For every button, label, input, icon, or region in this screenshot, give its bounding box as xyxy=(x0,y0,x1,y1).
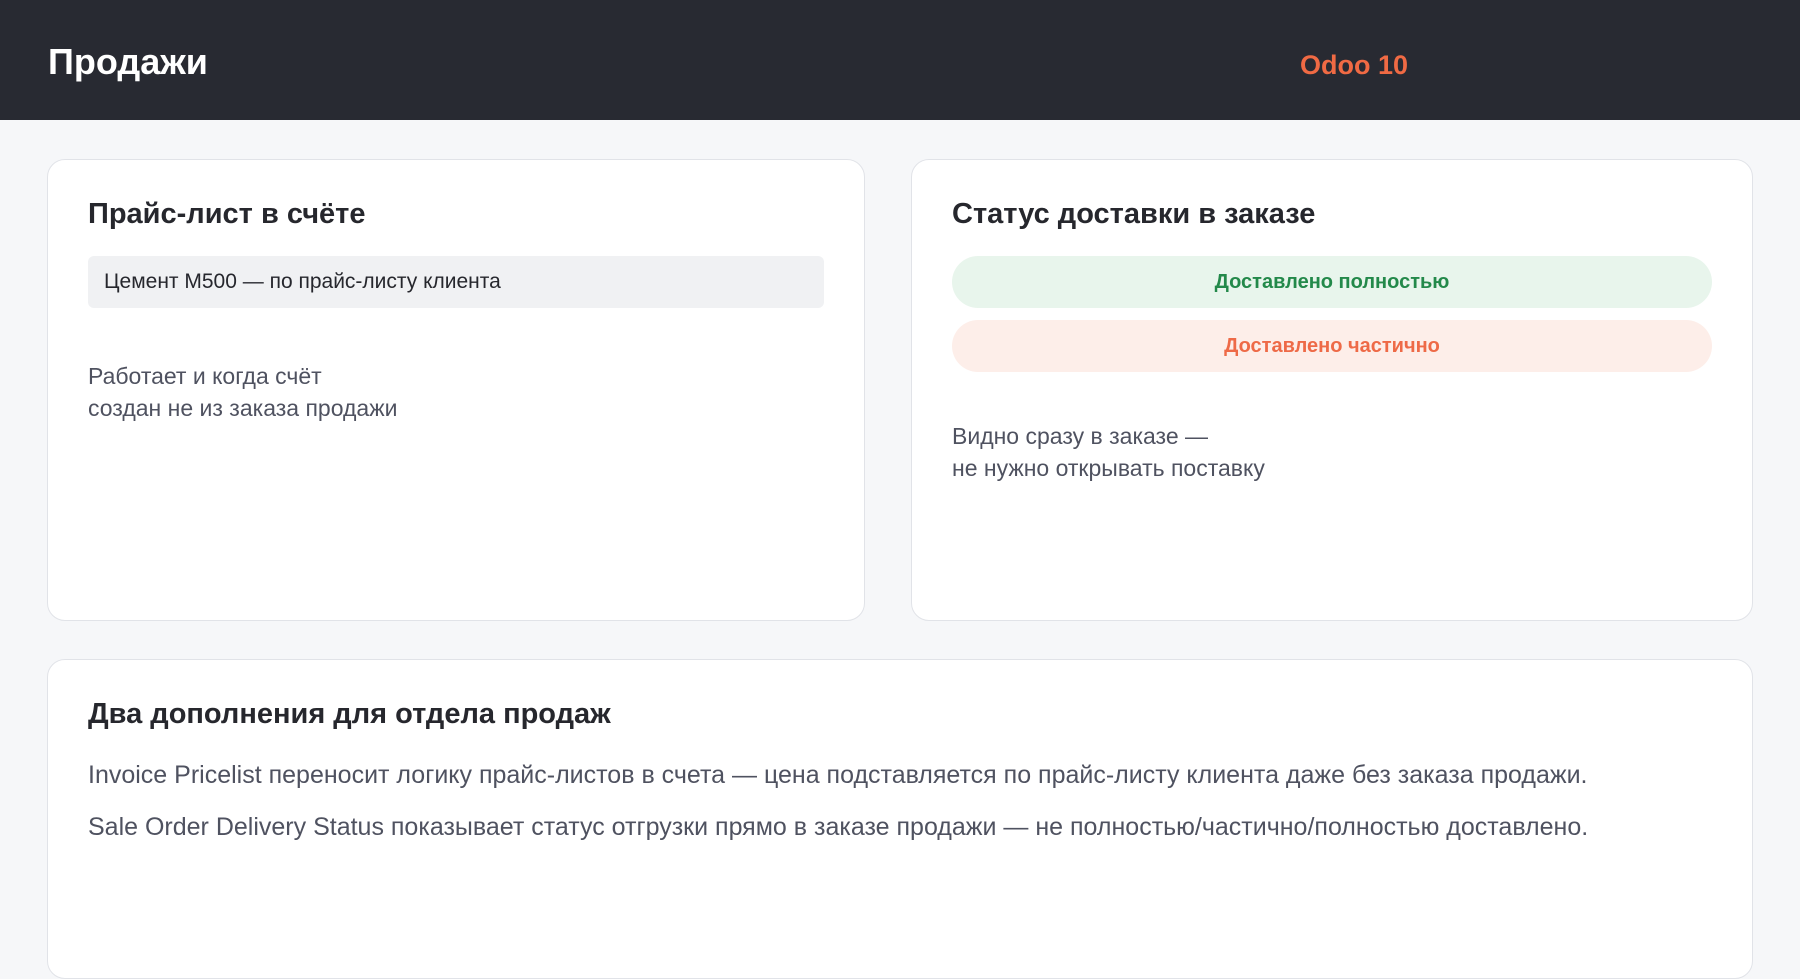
delivery-status-card: Статус доставки в заказе Доставлено полн… xyxy=(911,159,1753,621)
note-line: создан не из заказа продажи xyxy=(88,395,398,421)
card-title: Статус доставки в заказе xyxy=(952,198,1316,230)
note-line: не нужно открывать поставку xyxy=(952,455,1265,481)
summary-line-invoice-pricelist: Invoice Pricelist переносит логику прайс… xyxy=(88,761,1588,789)
status-badge-delivered-partial: Доставлено частично xyxy=(952,320,1712,372)
card-note: Работает и когда счёт создан не из заказ… xyxy=(88,360,397,424)
pricelist-line-field[interactable]: Цемент М500 — по прайс-листу клиента xyxy=(88,256,824,308)
note-line: Работает и когда счёт xyxy=(88,363,322,389)
top-bar: Продажи Odoo 10 xyxy=(0,0,1800,120)
version-label: Odoo 10 xyxy=(1300,50,1409,80)
card-note: Видно сразу в заказе — не нужно открыват… xyxy=(952,420,1265,484)
app-title: Продажи xyxy=(48,41,208,82)
card-title: Прайс-лист в счёте xyxy=(88,198,366,230)
invoice-pricelist-card: Прайс-лист в счёте Цемент М500 — по прай… xyxy=(47,159,865,621)
summary-card: Два дополнения для отдела продаж Invoice… xyxy=(47,659,1753,979)
summary-line-delivery-status: Sale Order Delivery Status показывает ст… xyxy=(88,813,1589,841)
note-line: Видно сразу в заказе — xyxy=(952,423,1209,449)
card-title: Два дополнения для отдела продаж xyxy=(88,698,611,730)
status-badge-delivered-full: Доставлено полностью xyxy=(952,256,1712,308)
